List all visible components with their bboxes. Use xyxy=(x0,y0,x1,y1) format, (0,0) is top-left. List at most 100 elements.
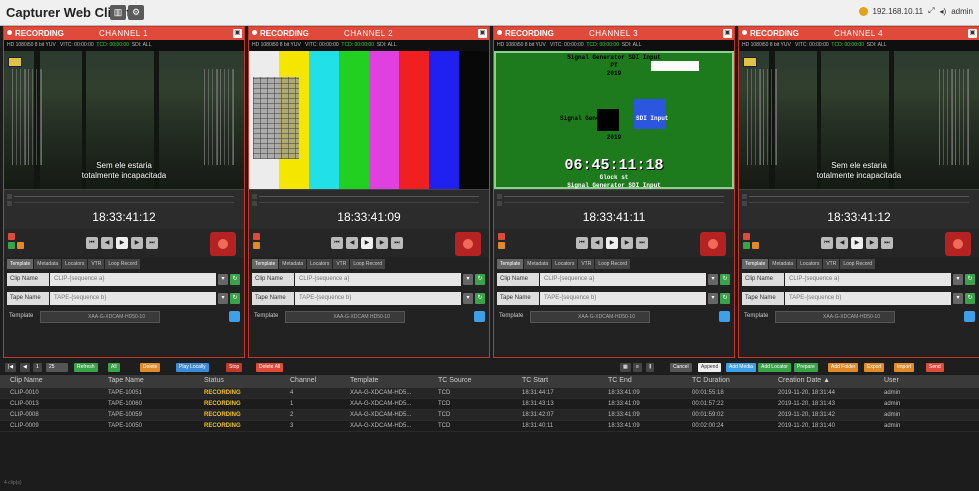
red-marker-button[interactable] xyxy=(743,233,750,240)
table-row[interactable]: CLIP-0009 TAPE-10050 RECORDING 3 XAA-G-XDCAM… xyxy=(0,421,979,432)
send-button[interactable]: Send xyxy=(926,363,944,372)
record-button[interactable] xyxy=(210,232,236,256)
clip-options-button[interactable]: ▾ xyxy=(953,274,963,285)
page-size-select[interactable]: 25 xyxy=(46,363,68,372)
step-back-button[interactable]: ◀ xyxy=(101,237,113,249)
step-forward-button[interactable]: ▶ xyxy=(376,237,388,249)
template-select[interactable]: XAA-G-XDCAM-HD50-10 xyxy=(40,311,160,323)
play-button[interactable]: ▶ xyxy=(361,237,373,249)
orange-marker-button[interactable] xyxy=(253,242,260,249)
tape-name-input[interactable]: TAPE-{sequence b} xyxy=(295,292,461,305)
list-icon[interactable]: ≡ xyxy=(633,363,642,372)
tape-apply-button[interactable]: ↻ xyxy=(475,293,485,304)
step-forward-button[interactable]: ▶ xyxy=(621,237,633,249)
red-marker-button[interactable] xyxy=(253,233,260,240)
green-marker-button[interactable] xyxy=(8,242,15,249)
col-template[interactable]: Template xyxy=(350,377,378,384)
fullscreen-icon[interactable]: ⤢ xyxy=(928,6,934,16)
tab-locators[interactable]: Locators xyxy=(62,259,88,269)
tab-template[interactable]: Template xyxy=(742,259,769,269)
forward-end-button[interactable]: ⏭ xyxy=(636,237,648,249)
append-button[interactable]: Append xyxy=(698,363,722,372)
rewind-start-button[interactable]: ⏮ xyxy=(331,237,343,249)
stats-icon[interactable]: ▥ xyxy=(110,5,126,20)
col-tc-source[interactable]: TC Source xyxy=(438,377,471,384)
record-button[interactable] xyxy=(700,232,726,256)
clip-name-input[interactable]: CLIP-{sequence a} xyxy=(540,273,706,286)
tab-metadata[interactable]: Metadata xyxy=(769,259,797,269)
tab-locators[interactable]: Locators xyxy=(307,259,333,269)
tab-template[interactable]: Template xyxy=(7,259,34,269)
grid-icon[interactable]: ▦ xyxy=(620,363,631,372)
record-button[interactable] xyxy=(455,232,481,256)
template-apply-button[interactable] xyxy=(719,311,730,322)
tab-locators[interactable]: Locators xyxy=(552,259,578,269)
table-row[interactable]: CLIP-0013 TAPE-10060 RECORDING 1 XAA-G-XDCAM… xyxy=(0,399,979,410)
template-select[interactable]: XAA-G-XDCAM-HD50-10 xyxy=(775,311,895,323)
forward-end-button[interactable]: ⏭ xyxy=(146,237,158,249)
col-clip-name[interactable]: Clip Name xyxy=(10,377,43,384)
clip-apply-button[interactable]: ↻ xyxy=(720,274,730,285)
delete-button[interactable]: Delete xyxy=(140,363,161,372)
tape-name-input[interactable]: TAPE-{sequence b} xyxy=(50,292,216,305)
clip-name-input[interactable]: CLIP-{sequence a} xyxy=(50,273,216,286)
tab-metadata[interactable]: Metadata xyxy=(279,259,307,269)
tab-loop-record[interactable]: Loop Record xyxy=(350,259,385,269)
col-creation-date[interactable]: Creation Date ▲ xyxy=(778,377,830,384)
refresh-button[interactable]: Refresh xyxy=(74,363,98,372)
rewind-start-button[interactable]: ⏮ xyxy=(821,237,833,249)
orange-marker-button[interactable] xyxy=(752,242,759,249)
step-back-button[interactable]: ◀ xyxy=(346,237,358,249)
export-button[interactable]: Export xyxy=(864,363,885,372)
col-status[interactable]: Status xyxy=(204,377,224,384)
tab-vtr[interactable]: VTR xyxy=(578,259,595,269)
template-apply-button[interactable] xyxy=(964,311,975,322)
col-channel[interactable]: Channel xyxy=(290,377,316,384)
columns-icon[interactable]: ⫼ xyxy=(646,363,655,372)
record-button[interactable] xyxy=(945,232,971,256)
table-row[interactable]: CLIP-0008 TAPE-10059 RECORDING 2 XAA-G-XDCAM… xyxy=(0,410,979,421)
tab-loop-record[interactable]: Loop Record xyxy=(840,259,875,269)
table-row[interactable]: CLIP-0010 TAPE-10051 RECORDING 4 XAA-G-XDCAM… xyxy=(0,388,979,399)
tape-name-input[interactable]: TAPE-{sequence b} xyxy=(540,292,706,305)
clip-apply-button[interactable]: ↻ xyxy=(230,274,240,285)
first-page-icon[interactable]: |◀ xyxy=(5,363,17,372)
add-folder-button[interactable]: Add Folder xyxy=(828,363,859,372)
col-tc-duration[interactable]: TC Duration xyxy=(692,377,730,384)
play-locally-button[interactable]: Play Locally xyxy=(176,363,209,372)
red-marker-button[interactable] xyxy=(498,233,505,240)
admin-menu[interactable]: admin xyxy=(951,7,973,16)
green-marker-button[interactable] xyxy=(743,242,750,249)
tape-options-button[interactable]: ▾ xyxy=(708,293,718,304)
tape-apply-button[interactable]: ↻ xyxy=(720,293,730,304)
channel-menu-icon[interactable]: ▣ xyxy=(233,29,242,38)
tab-vtr[interactable]: VTR xyxy=(88,259,105,269)
col-tc-start[interactable]: TC Start xyxy=(522,377,548,384)
sound-icon[interactable]: ◂) xyxy=(940,7,947,16)
channel-menu-icon[interactable]: ▣ xyxy=(968,29,977,38)
orange-marker-button[interactable] xyxy=(498,242,505,249)
timeline[interactable]: 18:33:41:12 xyxy=(4,189,244,229)
prepare-button[interactable]: Prepare xyxy=(794,363,818,372)
channel-menu-icon[interactable]: ▣ xyxy=(478,29,487,38)
tab-locators[interactable]: Locators xyxy=(797,259,823,269)
red-marker-button[interactable] xyxy=(8,233,15,240)
tab-loop-record[interactable]: Loop Record xyxy=(105,259,140,269)
tape-options-button[interactable]: ▾ xyxy=(953,293,963,304)
clip-options-button[interactable]: ▾ xyxy=(463,274,473,285)
add-media-button[interactable]: Add Media xyxy=(726,363,756,372)
clip-name-input[interactable]: CLIP-{sequence a} xyxy=(785,273,951,286)
play-button[interactable]: ▶ xyxy=(116,237,128,249)
template-apply-button[interactable] xyxy=(474,311,485,322)
tab-template[interactable]: Template xyxy=(252,259,279,269)
prev-page-icon[interactable]: ◀ xyxy=(20,363,30,372)
step-back-button[interactable]: ◀ xyxy=(591,237,603,249)
settings-icon[interactable]: ⚙ xyxy=(128,5,144,20)
col-tape-name[interactable]: Tape Name xyxy=(108,377,144,384)
step-forward-button[interactable]: ▶ xyxy=(131,237,143,249)
tab-vtr[interactable]: VTR xyxy=(333,259,350,269)
timeline[interactable]: 18:33:41:12 xyxy=(739,189,979,229)
tape-options-button[interactable]: ▾ xyxy=(463,293,473,304)
page-number[interactable]: 1 xyxy=(33,363,42,372)
tab-loop-record[interactable]: Loop Record xyxy=(595,259,630,269)
